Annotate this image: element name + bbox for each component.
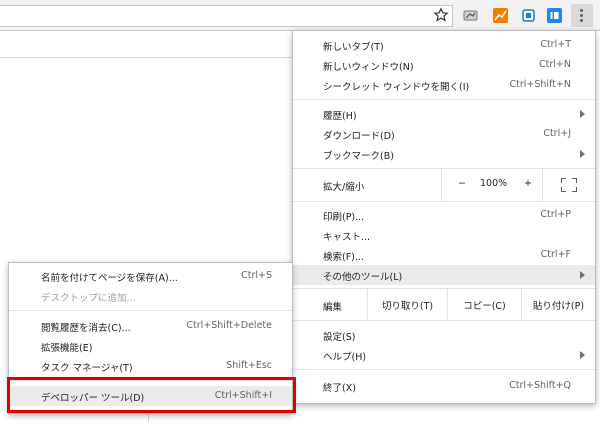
menu-item-label: シークレット ウィンドウを開く(I) <box>323 82 470 93</box>
edit-label: 編集 <box>323 302 343 313</box>
menu-item-shortcut: Ctrl+Shift+N <box>509 79 571 90</box>
menu-item-history[interactable]: 履歴(H) <box>293 104 595 124</box>
menu-item-label: その他のツール(L) <box>323 272 403 283</box>
submenu-arrow-icon <box>580 271 585 279</box>
menu-item-shortcut: Ctrl+F <box>540 249 571 260</box>
menu-separator <box>293 320 595 321</box>
menu-item-label: 印刷(P)... <box>323 212 365 223</box>
menu-item-shortcut: Shift+Esc <box>226 360 272 371</box>
menu-item-label: 拡張機能(E) <box>41 343 93 354</box>
menu-item-shortcut: Ctrl+Shift+Delete <box>186 320 272 331</box>
menu-item-cast[interactable]: キャスト... <box>293 225 595 245</box>
menu-item-label: 検索(F)... <box>323 252 364 263</box>
fullscreen-icon <box>561 178 577 192</box>
menu-item-shortcut: Ctrl+T <box>540 39 571 50</box>
menu-row-edit: 編集 切り取り(T) コピー(C) 貼り付け(P) <box>293 289 595 320</box>
submenu-arrow-icon <box>580 110 585 118</box>
menu-item-more-tools[interactable]: その他のツール(L) <box>293 265 595 285</box>
extension-icon[interactable] <box>463 8 478 23</box>
menu-item-label: タスク マネージャ(T) <box>41 363 133 374</box>
zoom-out-button[interactable]: − <box>458 178 466 189</box>
menu-item-add-to-desktop[interactable]: デスクトップに追加... <box>9 286 292 306</box>
highlight-box <box>7 377 296 413</box>
menu-item-clear-browsing-data[interactable]: 閲覧履歴を消去(C)... Ctrl+Shift+Delete <box>9 316 292 336</box>
menu-separator <box>9 310 292 311</box>
menu-item-label: 閲覧履歴を消去(C)... <box>41 323 131 334</box>
zoom-label: 拡大/縮小 <box>323 182 365 193</box>
menu-item-shortcut: Ctrl+S <box>241 270 272 281</box>
menu-item-label: ダウンロード(D) <box>323 131 395 142</box>
chrome-main-menu: 新しいタブ(T) Ctrl+T 新しいウィンドウ(N) Ctrl+N シークレッ… <box>292 30 596 404</box>
menu-row-zoom: 拡大/縮小 − 100% + <box>293 169 595 201</box>
menu-item-label: 終了(X) <box>323 383 356 394</box>
menu-item-shortcut: Ctrl+P <box>540 209 571 220</box>
zoom-controls: − 100% + <box>441 169 543 201</box>
document-extension-icon[interactable] <box>521 8 536 23</box>
blue-extension-icon[interactable] <box>547 8 562 23</box>
zoom-level: 100% <box>480 178 508 189</box>
menu-item-task-manager[interactable]: タスク マネージャ(T) Shift+Esc <box>9 356 292 376</box>
menu-item-label: 設定(S) <box>323 332 356 343</box>
menu-item-label: ヘルプ(H) <box>323 352 367 363</box>
menu-separator <box>293 369 595 370</box>
copy-label: コピー(C) <box>463 300 506 312</box>
fullscreen-button[interactable] <box>543 169 595 201</box>
submenu-arrow-icon <box>580 351 585 359</box>
cut-button[interactable]: 切り取り(T) <box>367 289 447 320</box>
menu-item-label: ブックマーク(B) <box>323 151 394 162</box>
menu-separator <box>293 99 595 100</box>
copy-button[interactable]: コピー(C) <box>447 289 521 320</box>
menu-item-label: 新しいウィンドウ(N) <box>323 62 414 73</box>
menu-item-label: 履歴(H) <box>323 111 357 122</box>
menu-item-save-page[interactable]: 名前を付けてページを保存(A)... Ctrl+S <box>9 266 292 286</box>
menu-item-find[interactable]: 検索(F)... Ctrl+F <box>293 245 595 265</box>
menu-item-label: 名前を付けてページを保存(A)... <box>41 273 178 284</box>
paste-label: 貼り付け(P) <box>532 300 585 312</box>
page-divider <box>0 57 294 58</box>
menu-item-settings[interactable]: 設定(S) <box>293 325 595 345</box>
submenu-arrow-icon <box>580 150 585 158</box>
menu-item-label: キャスト... <box>323 232 371 243</box>
menu-item-label: 新しいタブ(T) <box>323 42 384 53</box>
menu-item-help[interactable]: ヘルプ(H) <box>293 345 595 365</box>
bookmark-star-icon[interactable] <box>433 7 449 23</box>
paste-button[interactable]: 貼り付け(P) <box>521 289 595 320</box>
cut-label: 切り取り(T) <box>381 300 434 312</box>
menu-item-label: デスクトップに追加... <box>41 293 136 304</box>
menu-item-shortcut: Ctrl+N <box>539 59 571 70</box>
analytics-extension-icon[interactable] <box>493 8 508 23</box>
zoom-in-button[interactable]: + <box>524 178 532 189</box>
browser-toolbar <box>0 0 600 31</box>
address-bar[interactable] <box>0 5 453 27</box>
menu-item-shortcut: Ctrl+Shift+Q <box>509 380 571 391</box>
more-vert-icon[interactable] <box>571 4 593 27</box>
menu-item-new-window[interactable]: 新しいウィンドウ(N) Ctrl+N <box>293 55 595 75</box>
menu-item-new-tab[interactable]: 新しいタブ(T) Ctrl+T <box>293 35 595 55</box>
menu-item-print[interactable]: 印刷(P)... Ctrl+P <box>293 205 595 225</box>
menu-item-downloads[interactable]: ダウンロード(D) Ctrl+J <box>293 124 595 144</box>
menu-separator <box>293 201 595 202</box>
menu-item-shortcut: Ctrl+J <box>543 128 571 139</box>
menu-item-extensions[interactable]: 拡張機能(E) <box>9 336 292 356</box>
menu-item-incognito[interactable]: シークレット ウィンドウを開く(I) Ctrl+Shift+N <box>293 75 595 95</box>
menu-item-exit[interactable]: 終了(X) Ctrl+Shift+Q <box>293 376 595 396</box>
menu-item-bookmarks[interactable]: ブックマーク(B) <box>293 144 595 164</box>
